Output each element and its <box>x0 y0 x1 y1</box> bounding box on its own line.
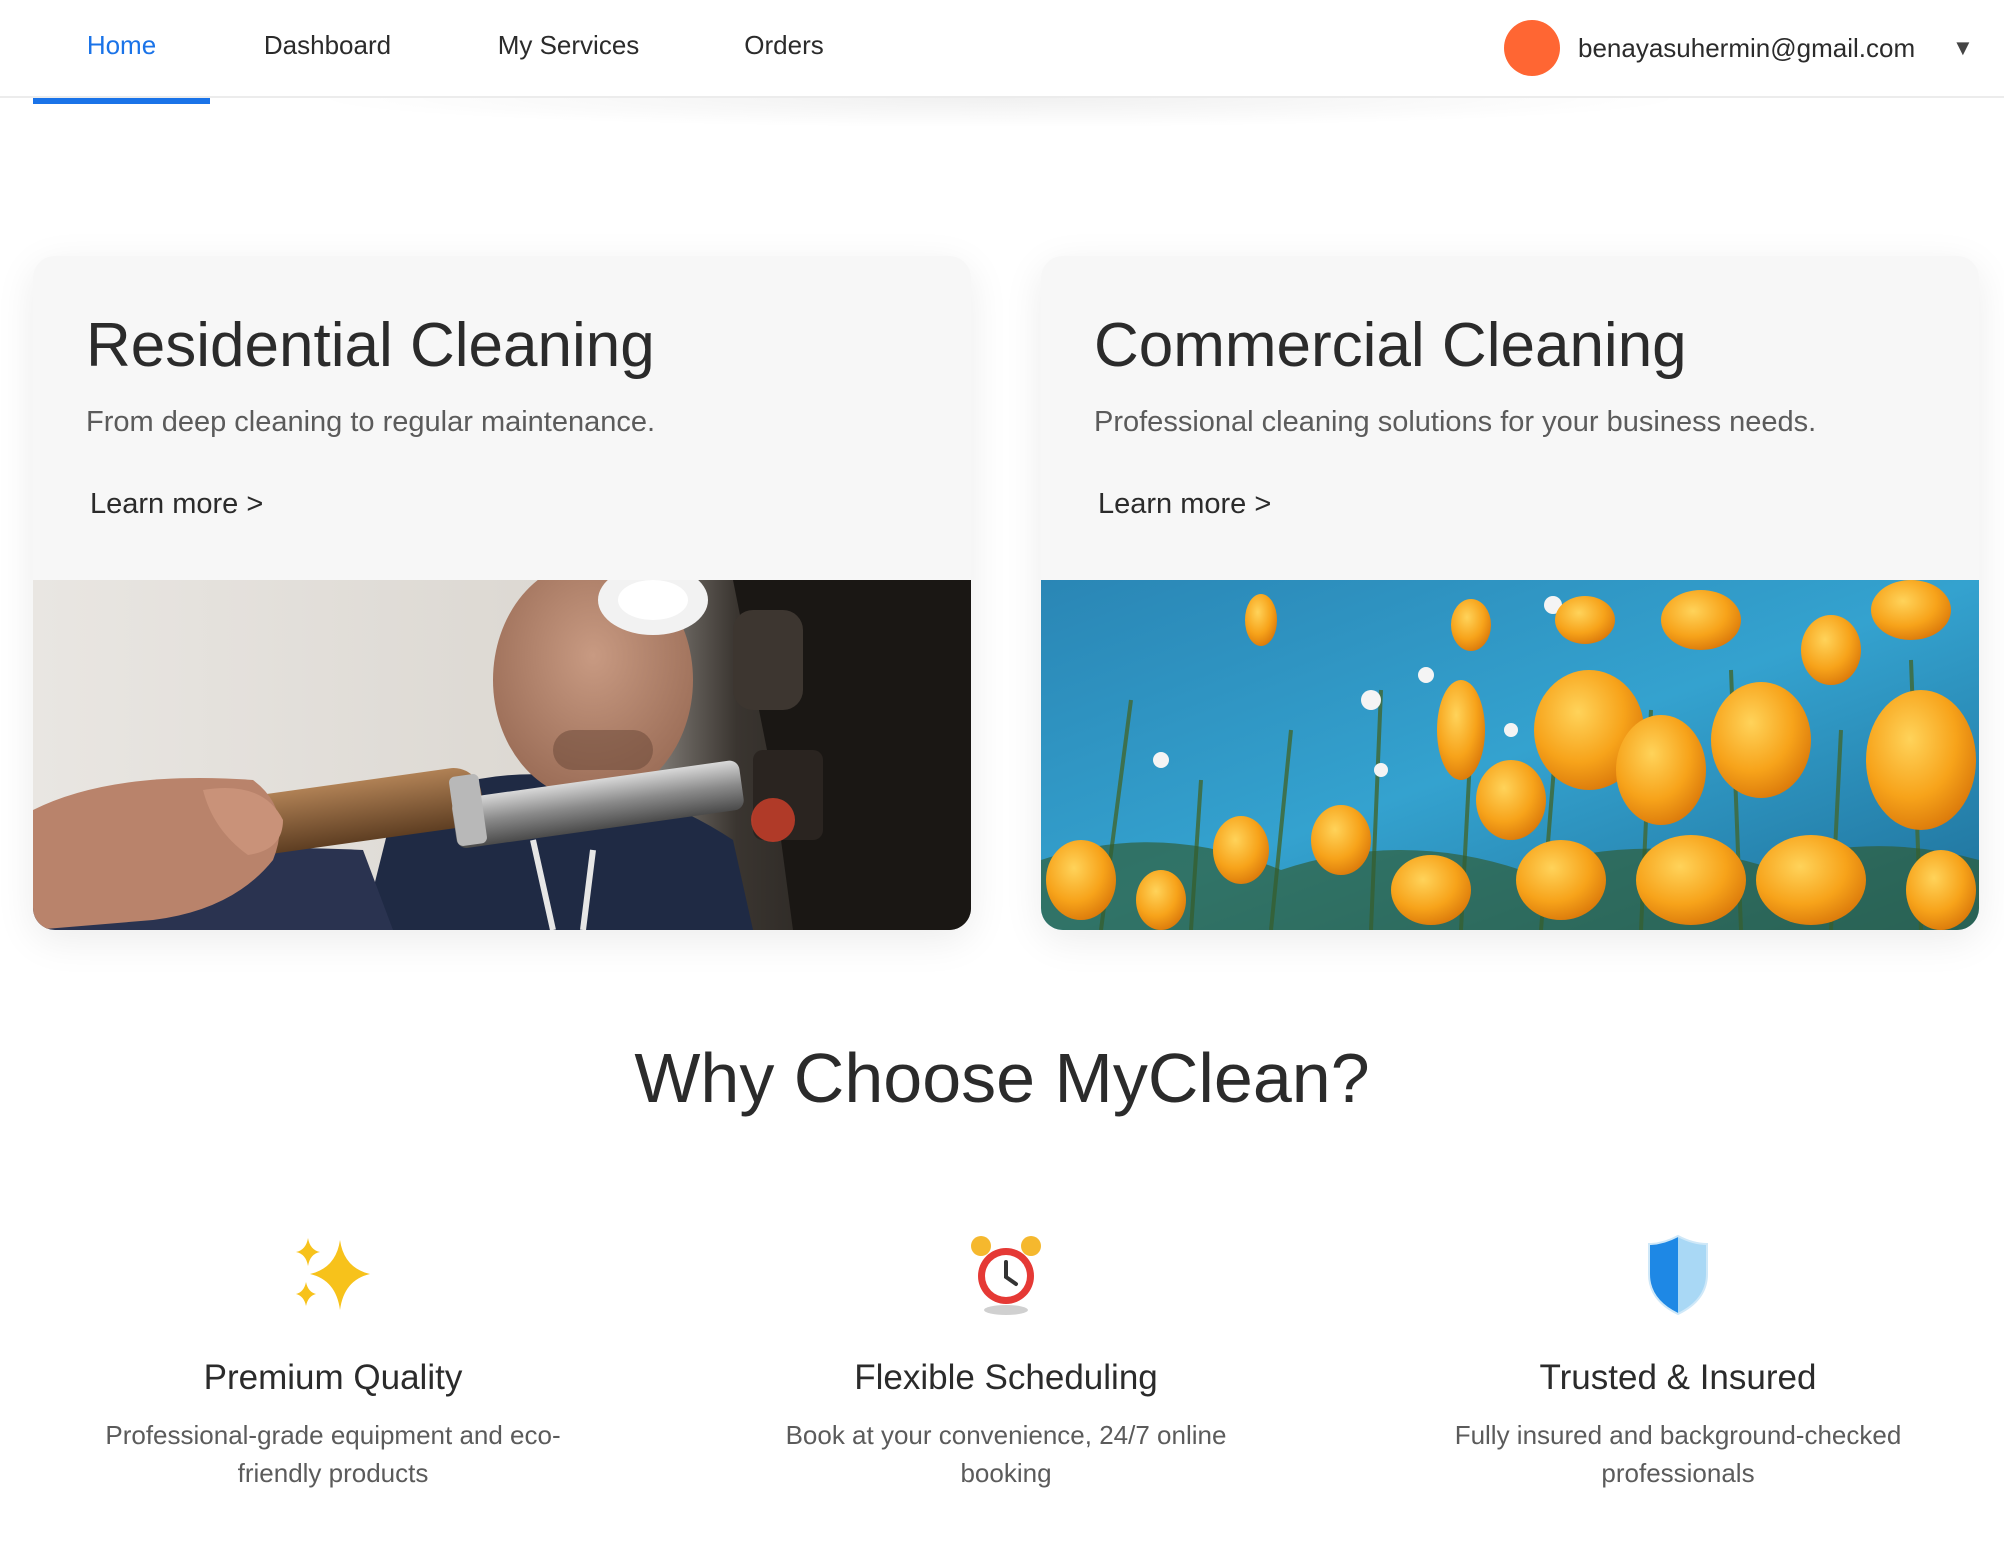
feature-description: Professional-grade equipment and eco-fri… <box>105 1420 561 1488</box>
shield-icon <box>1648 1234 1708 1316</box>
card-description: Professional cleaning solutions for your… <box>1094 406 1817 438</box>
card-description: From deep cleaning to regular maintenanc… <box>86 406 656 438</box>
orange-poppies-blue-sky-photo <box>1041 580 1979 930</box>
feature-title: Flexible Scheduling <box>854 1358 1158 1397</box>
section-title: Why Choose MyClean? <box>634 1039 1370 1117</box>
service-card-residential[interactable]: Residential Cleaning From deep cleaning … <box>33 256 971 930</box>
chevron-down-icon[interactable]: ▼ <box>1952 30 1974 66</box>
feature-description: Fully insured and background-checked pro… <box>1454 1420 1902 1488</box>
feature-trusted-insured: Trusted & Insured Fully insured and back… <box>1398 1230 1958 1492</box>
user-email[interactable]: benayasuhermin@gmail.com <box>1578 28 1915 68</box>
tab-orders[interactable]: Orders <box>730 0 838 98</box>
feature-description: Book at your convenience, 24/7 online bo… <box>785 1420 1227 1488</box>
alarm-clock-icon <box>971 1236 1041 1315</box>
card-title: Residential Cleaning <box>86 311 655 380</box>
tab-dashboard[interactable]: Dashboard <box>250 0 405 98</box>
top-navigation: Home Dashboard My Services Orders benaya… <box>0 0 2004 98</box>
man-holding-tool-photo <box>33 580 971 930</box>
card-title: Commercial Cleaning <box>1094 311 1687 380</box>
tab-home[interactable]: Home <box>33 0 210 98</box>
feature-premium-quality: Premium Quality Professional-grade equip… <box>53 1230 613 1492</box>
learn-more-link[interactable]: Learn more > <box>1098 484 1271 524</box>
sparkles-icon <box>296 1238 370 1310</box>
learn-more-link[interactable]: Learn more > <box>90 484 263 524</box>
tab-my-services[interactable]: My Services <box>486 0 651 98</box>
feature-flexible-scheduling: Flexible Scheduling Book at your conveni… <box>726 1230 1286 1492</box>
nav-shadow <box>300 98 1700 128</box>
avatar[interactable] <box>1504 20 1560 76</box>
active-tab-indicator <box>33 98 210 104</box>
feature-title: Trusted & Insured <box>1539 1358 1817 1397</box>
service-card-commercial[interactable]: Commercial Cleaning Professional cleanin… <box>1041 256 1979 930</box>
feature-title: Premium Quality <box>203 1358 463 1397</box>
